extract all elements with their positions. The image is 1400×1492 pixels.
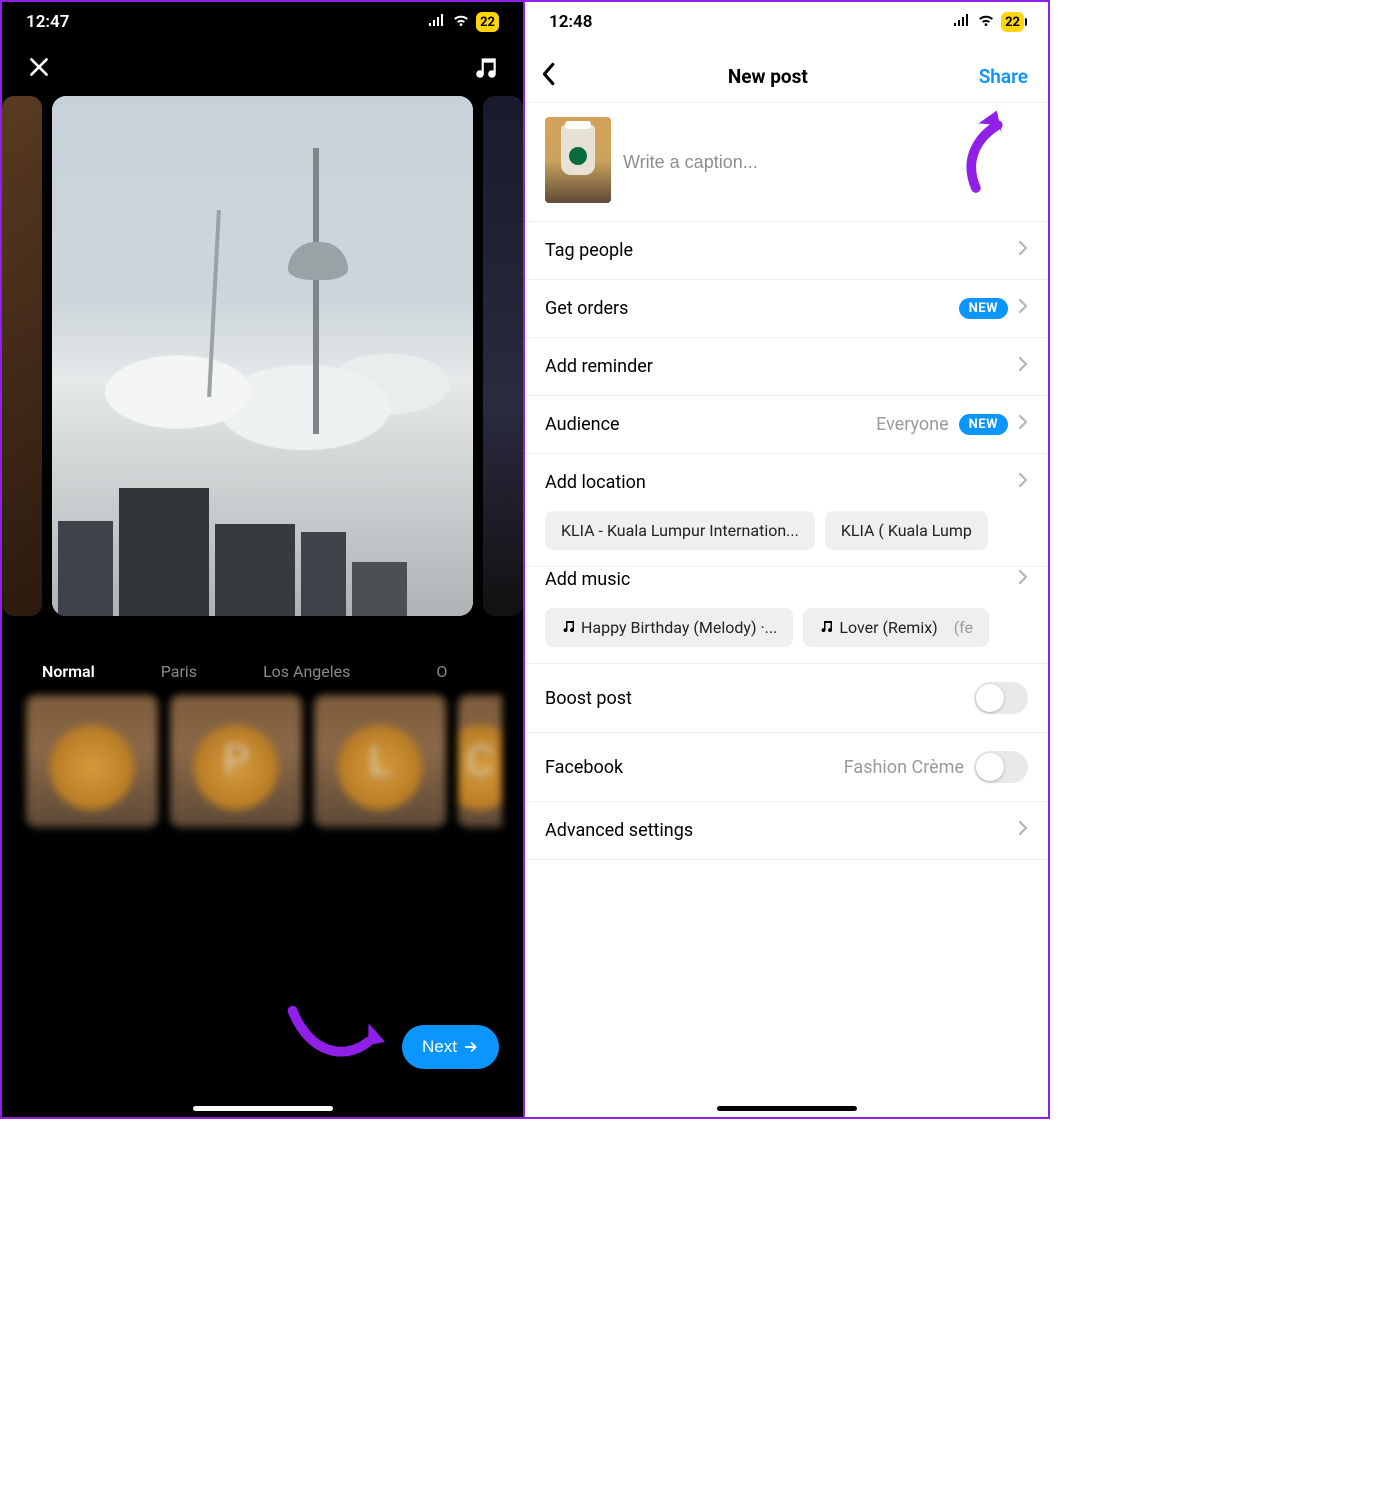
row-value: Everyone — [876, 414, 949, 435]
filter-label-los-angeles[interactable]: Los Angeles — [263, 662, 350, 681]
editor-top-bar — [2, 42, 523, 92]
music-chip[interactable]: Happy Birthday (Melody) ·... — [545, 608, 793, 647]
facebook-toggle[interactable] — [974, 751, 1028, 783]
share-button[interactable]: Share — [979, 65, 1028, 88]
row-add-reminder[interactable]: Add reminder — [525, 338, 1048, 396]
new-badge: NEW — [959, 298, 1008, 319]
row-label: Add music — [545, 569, 1008, 590]
row-label: Tag people — [545, 240, 1008, 261]
status-time: 12:48 — [549, 12, 592, 32]
nav-bar: New post Share — [525, 42, 1048, 103]
row-value: Fashion Crème — [844, 757, 964, 778]
annotation-arrow-icon — [954, 108, 1024, 202]
signal-icon — [428, 12, 446, 32]
signal-icon — [953, 12, 971, 32]
close-icon[interactable] — [26, 54, 52, 84]
filter-thumb-normal[interactable] — [26, 695, 158, 827]
filter-thumbnails[interactable]: P L C — [2, 689, 523, 827]
filter-labels: Normal Paris Los Angeles O — [2, 616, 523, 689]
row-facebook[interactable]: Facebook Fashion Crème — [525, 733, 1048, 802]
row-get-orders[interactable]: Get orders NEW — [525, 280, 1048, 338]
boost-toggle[interactable] — [974, 682, 1028, 714]
chevron-right-icon — [1018, 298, 1028, 319]
row-add-location[interactable]: Add location — [525, 454, 1048, 511]
status-bar: 12:48 22 — [525, 2, 1048, 42]
row-boost-post[interactable]: Boost post — [525, 664, 1048, 733]
home-indicator — [193, 1106, 333, 1111]
filter-label-normal[interactable]: Normal — [42, 662, 95, 681]
photo-preview-carousel[interactable] — [2, 96, 523, 616]
location-suggestions: KLIA - Kuala Lumpur Internation... KLIA … — [525, 511, 1048, 567]
music-chip[interactable]: Lover (Remix) (fe — [803, 608, 989, 647]
filter-label-paris[interactable]: Paris — [161, 662, 197, 681]
page-title: New post — [728, 65, 808, 88]
chevron-right-icon — [1018, 820, 1028, 841]
chevron-right-icon — [1018, 472, 1028, 493]
wifi-icon — [452, 12, 470, 32]
new-post-screen: 12:48 22 New post Share Tag people Get — [525, 2, 1048, 1117]
next-photo-peek[interactable] — [483, 96, 523, 616]
filter-screen: 12:47 22 — [2, 2, 525, 1117]
chevron-right-icon — [1018, 414, 1028, 435]
photo-preview[interactable] — [52, 96, 473, 616]
row-advanced-settings[interactable]: Advanced settings — [525, 802, 1048, 860]
row-add-music[interactable]: Add music — [525, 567, 1048, 608]
filter-thumb-los-angeles[interactable]: L — [314, 695, 446, 827]
new-badge: NEW — [959, 414, 1008, 435]
chevron-right-icon — [1018, 356, 1028, 377]
music-suggestions: Happy Birthday (Melody) ·... Lover (Remi… — [525, 608, 1048, 664]
status-icons: 22 — [428, 12, 499, 32]
home-indicator — [717, 1106, 857, 1111]
status-bar: 12:47 22 — [2, 2, 523, 42]
row-label: Add reminder — [545, 356, 1008, 377]
music-icon[interactable] — [473, 54, 499, 84]
filter-label-next[interactable]: O — [436, 662, 447, 681]
row-label: Add location — [545, 472, 1008, 493]
wifi-icon — [977, 12, 995, 32]
filter-thumb-paris[interactable]: P — [170, 695, 302, 827]
battery-indicator: 22 — [1001, 12, 1024, 32]
row-tag-people[interactable]: Tag people — [525, 222, 1048, 280]
row-label: Advanced settings — [545, 820, 1008, 841]
row-label: Audience — [545, 414, 866, 435]
next-button[interactable]: Next — [402, 1025, 499, 1069]
status-time: 12:47 — [26, 12, 69, 32]
row-label: Get orders — [545, 298, 949, 319]
row-label: Facebook — [545, 757, 834, 778]
row-label: Boost post — [545, 688, 964, 709]
post-thumbnail[interactable] — [545, 117, 611, 203]
next-button-label: Next — [422, 1037, 457, 1057]
row-audience[interactable]: Audience Everyone NEW — [525, 396, 1048, 454]
music-note-icon — [561, 618, 575, 637]
music-note-icon — [819, 618, 833, 637]
location-chip[interactable]: KLIA ( Kuala Lump — [825, 511, 988, 550]
annotation-arrow-icon — [282, 993, 392, 1077]
battery-indicator: 22 — [476, 12, 499, 32]
prev-photo-peek[interactable] — [2, 96, 42, 616]
status-icons: 22 — [953, 12, 1024, 32]
filter-thumb-next[interactable]: C — [458, 695, 502, 827]
back-button[interactable] — [539, 62, 557, 90]
chevron-right-icon — [1018, 240, 1028, 261]
chevron-right-icon — [1018, 569, 1028, 590]
location-chip[interactable]: KLIA - Kuala Lumpur Internation... — [545, 511, 815, 550]
